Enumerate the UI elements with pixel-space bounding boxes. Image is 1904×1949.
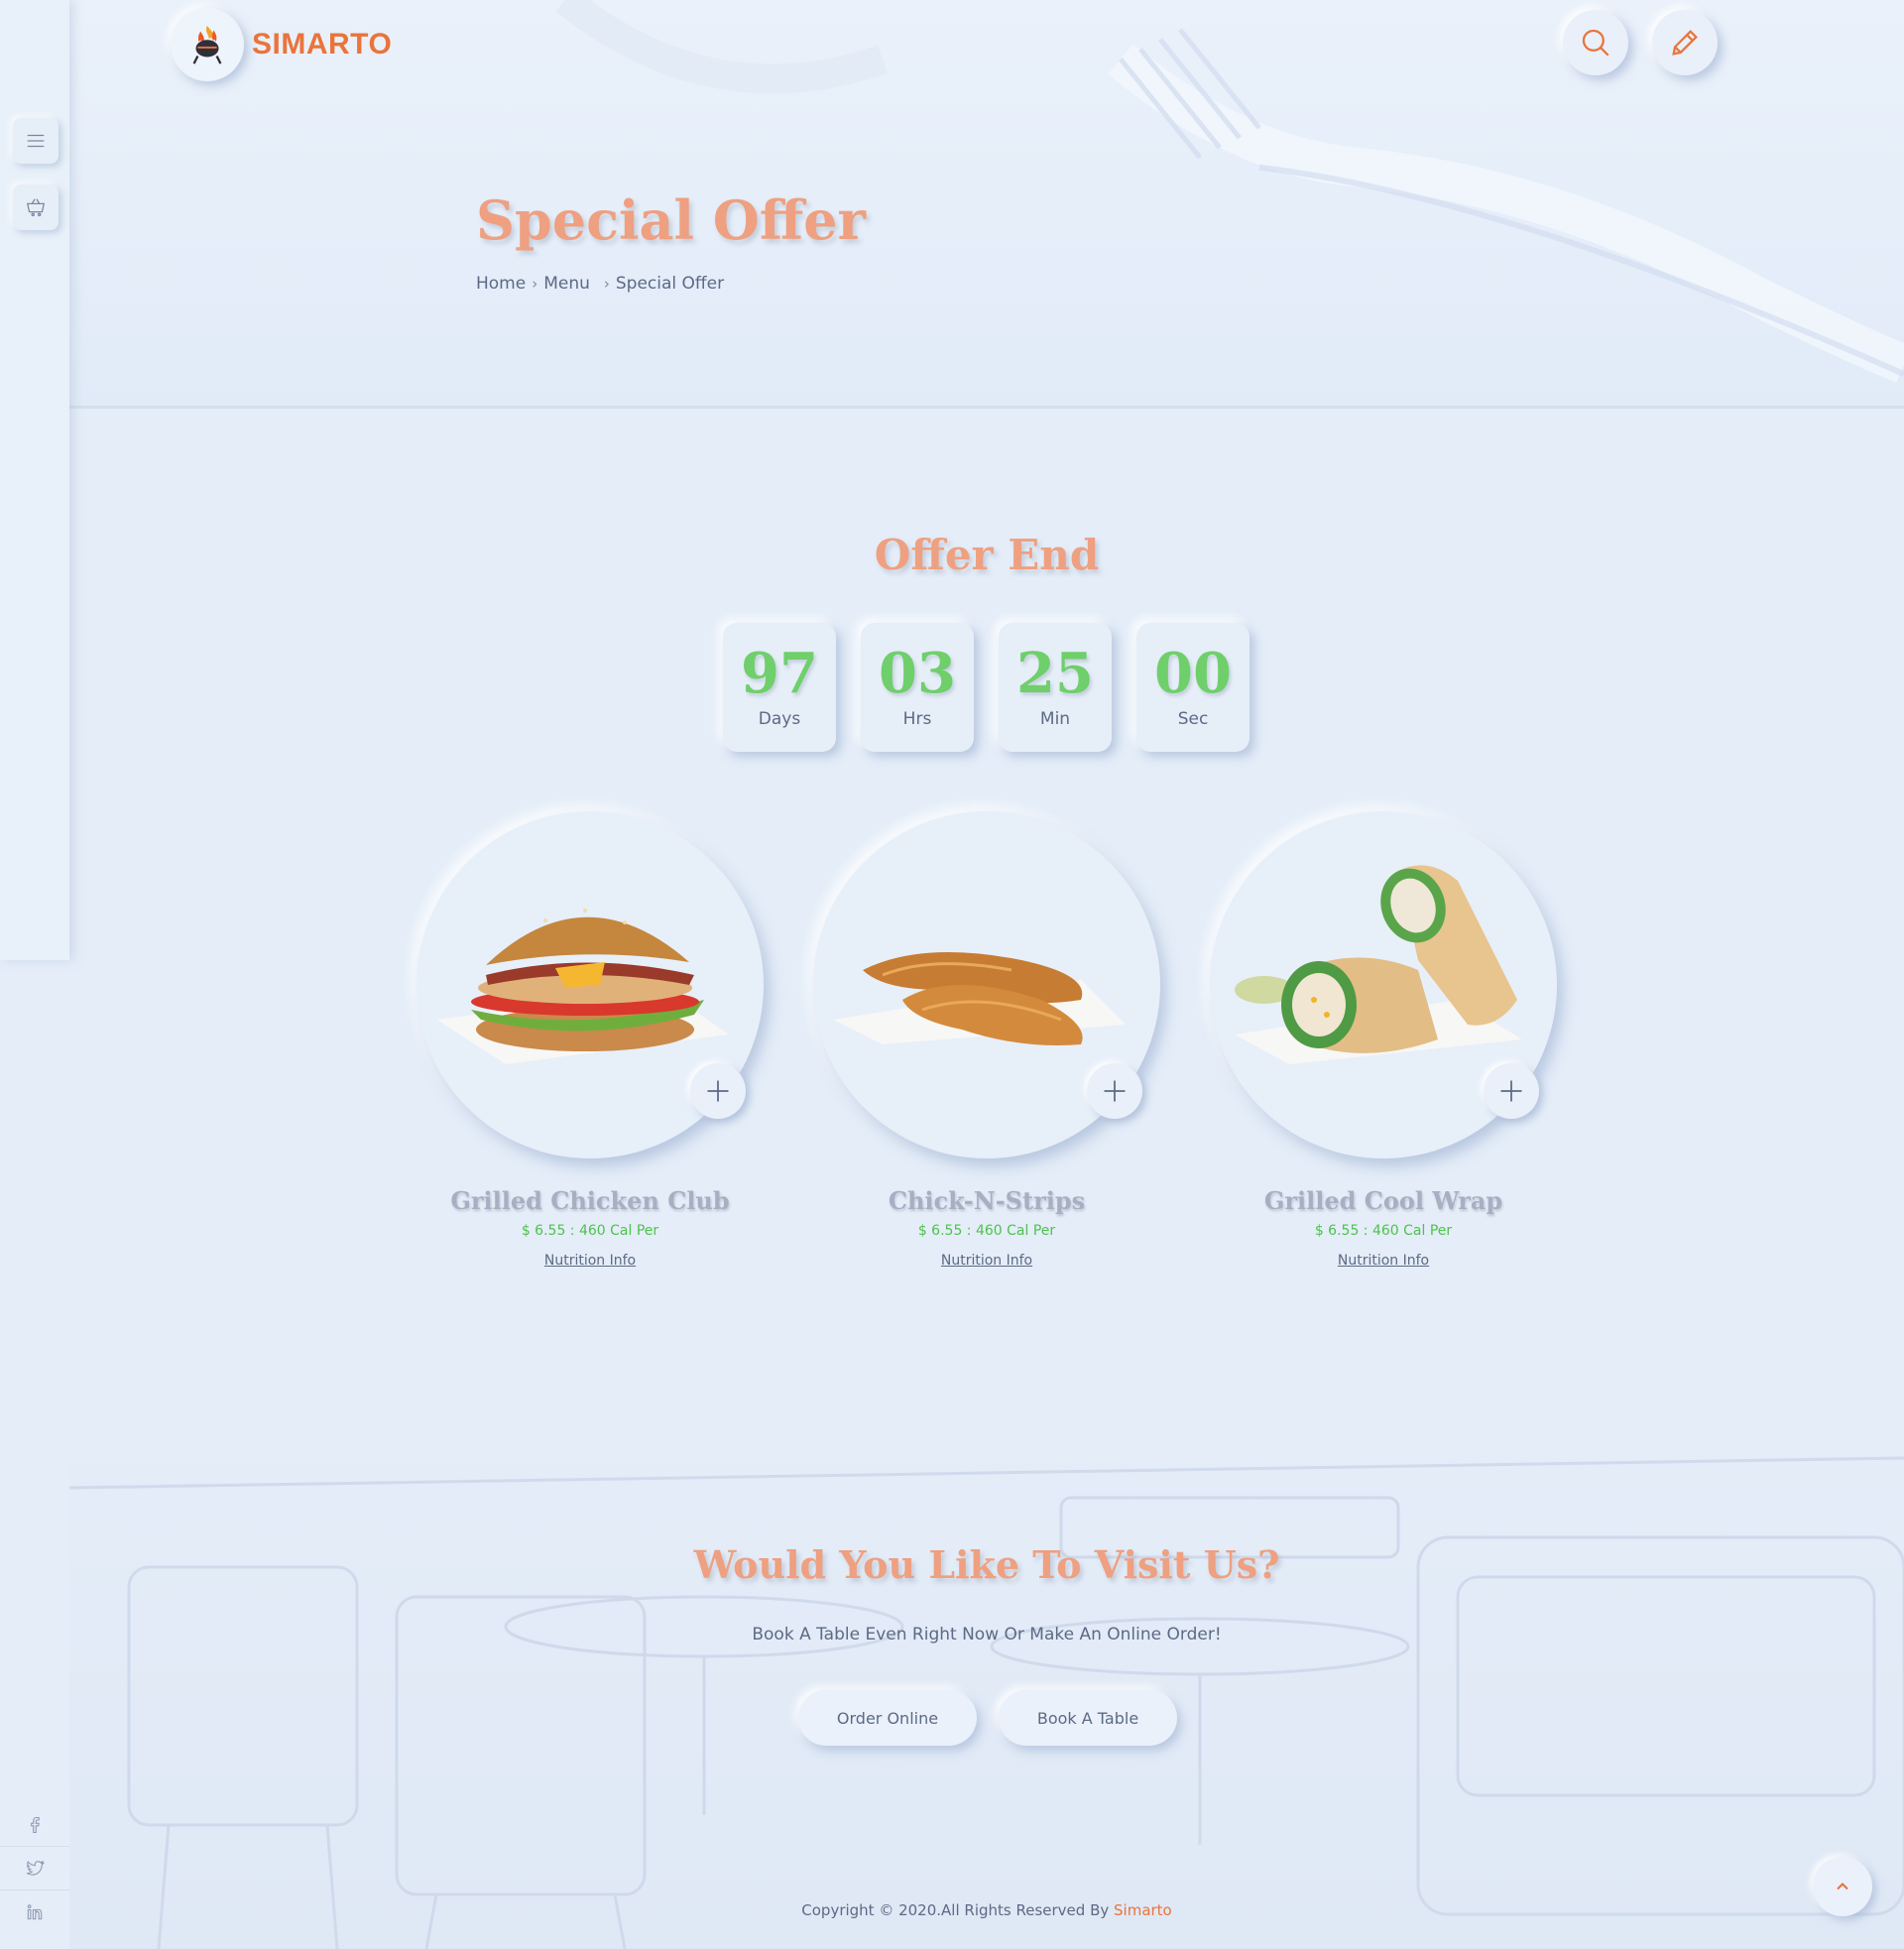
chevron-up-icon bbox=[1837, 1883, 1848, 1890]
countdown-seconds: 00 Sec bbox=[1136, 623, 1250, 752]
visit-section: Would You Like To Visit Us? Book A Table… bbox=[69, 1418, 1904, 1949]
countdown-value: 03 bbox=[879, 641, 956, 706]
twitter-link[interactable] bbox=[0, 1847, 69, 1890]
menu-icon bbox=[27, 134, 45, 148]
page-title: Special Offer bbox=[476, 188, 866, 252]
countdown-value: 00 bbox=[1154, 641, 1232, 706]
visit-title: Would You Like To Visit Us? bbox=[693, 1542, 1280, 1587]
plus-icon bbox=[707, 1080, 729, 1102]
product-name: Grilled Chicken Club bbox=[450, 1186, 730, 1215]
linkedin-icon bbox=[27, 1904, 43, 1920]
countdown-label: Hrs bbox=[902, 709, 932, 729]
add-to-cart-button[interactable] bbox=[690, 1063, 746, 1119]
product-price: $ 6.55 : 460 Cal Per bbox=[521, 1223, 659, 1239]
nutrition-info-link[interactable]: Nutrition Info bbox=[813, 1253, 1160, 1269]
order-online-button[interactable]: Order Online bbox=[798, 1690, 977, 1746]
countdown-label: Days bbox=[758, 709, 801, 729]
product-image-plate bbox=[416, 811, 764, 1158]
countdown-label: Min bbox=[1039, 709, 1071, 729]
visit-subtitle: Book A Table Even Right Now Or Make An O… bbox=[752, 1625, 1222, 1644]
add-to-cart-button[interactable] bbox=[1484, 1063, 1539, 1119]
countdown-label: Sec bbox=[1177, 709, 1209, 729]
countdown-minutes: 25 Min bbox=[999, 623, 1112, 752]
facebook-link[interactable] bbox=[0, 1803, 69, 1847]
hero-banner: SIMARTO Special Offer Home › Menu › Spec… bbox=[69, 0, 1904, 409]
countdown-value: 97 bbox=[741, 641, 818, 706]
restaurant-background bbox=[69, 1456, 1904, 1949]
facebook-icon bbox=[31, 1816, 40, 1833]
twitter-icon bbox=[26, 1860, 45, 1876]
product-card: Grilled Cool Wrap $ 6.55 : 460 Cal Per N… bbox=[1210, 811, 1557, 1287]
menu-button[interactable] bbox=[13, 118, 59, 164]
cart-button[interactable] bbox=[13, 184, 59, 230]
chevron-right-icon: › bbox=[603, 275, 610, 293]
countdown-days: 97 Days bbox=[723, 623, 836, 752]
product-card: Grilled Chicken Club $ 6.55 : 460 Cal Pe… bbox=[416, 811, 764, 1287]
breadcrumb-home[interactable]: Home bbox=[476, 274, 526, 294]
edit-button[interactable] bbox=[1652, 10, 1718, 75]
brand-logo[interactable]: SIMARTO bbox=[171, 8, 392, 81]
product-name: Chick-N-Strips bbox=[888, 1186, 1086, 1215]
breadcrumb-menu[interactable]: Menu bbox=[543, 274, 590, 294]
logo-badge bbox=[171, 8, 244, 81]
nutrition-info-link[interactable]: Nutrition Info bbox=[1210, 1253, 1557, 1269]
linkedin-link[interactable] bbox=[0, 1890, 69, 1934]
breadcrumb: Home › Menu › Special Offer bbox=[476, 274, 724, 294]
visit-actions: Order Online Book A Table bbox=[798, 1690, 1177, 1746]
copyright: Copyright © 2020.All Rights Reserved By … bbox=[69, 1901, 1904, 1919]
product-image-plate bbox=[1210, 811, 1557, 1158]
copyright-brand-link[interactable]: Simarto bbox=[1114, 1901, 1172, 1919]
product-name: Grilled Cool Wrap bbox=[1263, 1186, 1503, 1215]
cart-icon bbox=[26, 198, 46, 217]
plus-icon bbox=[1104, 1080, 1126, 1102]
product-price: $ 6.55 : 460 Cal Per bbox=[1314, 1223, 1453, 1239]
chevron-right-icon: › bbox=[532, 275, 538, 293]
pencil-icon bbox=[1672, 30, 1698, 56]
breadcrumb-current: Special Offer bbox=[615, 274, 725, 294]
book-table-button[interactable]: Book A Table bbox=[999, 1690, 1177, 1746]
plus-icon bbox=[1500, 1080, 1522, 1102]
countdown-timer: 97 Days 03 Hrs 25 Min 00 Sec bbox=[723, 623, 1250, 752]
product-price: $ 6.55 : 460 Cal Per bbox=[917, 1223, 1056, 1239]
sidebar bbox=[0, 0, 69, 960]
countdown-hours: 03 Hrs bbox=[861, 623, 974, 752]
search-button[interactable] bbox=[1563, 10, 1628, 75]
countdown-value: 25 bbox=[1016, 641, 1094, 706]
wrap-image bbox=[1235, 865, 1522, 1064]
search-icon bbox=[1582, 29, 1609, 57]
offer-title: Offer End bbox=[874, 531, 1100, 579]
scroll-to-top-button[interactable] bbox=[1813, 1857, 1872, 1916]
product-image-plate bbox=[813, 811, 1160, 1158]
grill-logo-icon bbox=[192, 25, 222, 64]
add-to-cart-button[interactable] bbox=[1087, 1063, 1142, 1119]
product-card: Chick-N-Strips $ 6.55 : 460 Cal Per Nutr… bbox=[813, 811, 1160, 1287]
copyright-text: Copyright © 2020.All Rights Reserved By bbox=[801, 1901, 1115, 1919]
nutrition-info-link[interactable]: Nutrition Info bbox=[416, 1253, 764, 1269]
chicken-strips-image bbox=[833, 952, 1126, 1045]
brand-name: SIMARTO bbox=[252, 28, 393, 61]
burger-image bbox=[436, 909, 729, 1064]
